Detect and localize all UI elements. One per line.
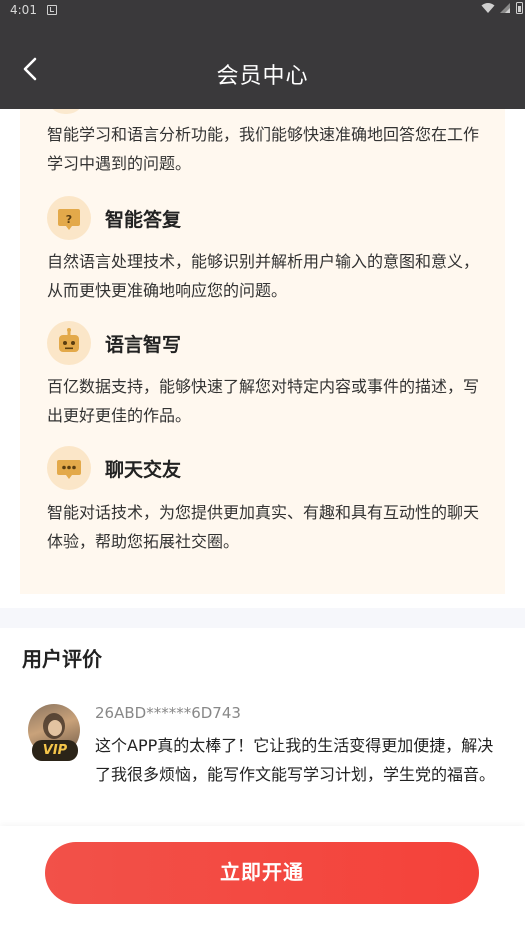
feature-title: 智能答复 [105, 209, 182, 231]
feature-intro-text: 智能学习和语言分析功能，我们能够快速准确地回答您在工作学习中遇到的问题。 [47, 125, 480, 173]
activate-now-button[interactable]: 立即开通 [45, 842, 479, 904]
section-divider [0, 608, 525, 628]
features-panel: 智能学习和语言分析功能，我们能够快速准确地回答您在工作学习中遇到的问题。 ? 智… [20, 90, 505, 594]
feature-title: 语言智写 [105, 334, 182, 356]
feature-title: 聊天交友 [105, 459, 182, 481]
robot-icon [47, 321, 91, 365]
feature-desc: 智能对话技术，为您提供更加真实、有趣和具有互动性的聊天体验，帮助您拓展社交圈。 [47, 503, 480, 551]
review-text: 这个APP真的太棒了！它让我的生活变得更加便捷，解决了我很多烦恼，能写作文能写学… [95, 736, 496, 784]
wifi-icon [481, 3, 495, 13]
svg-text:?: ? [66, 213, 72, 226]
review-username: 26ABD******6D743 [95, 704, 241, 722]
chat-bubble-icon [47, 446, 91, 490]
status-bar: 4:01 [0, 0, 525, 22]
page-title: 会员中心 [216, 64, 309, 89]
feature-desc: 百亿数据支持，能够快速了解您对特定内容或事件的描述，写出更好更佳的作品。 [47, 377, 480, 425]
battery-icon [516, 2, 523, 14]
nav-bar: 会员中心 [0, 22, 525, 109]
status-time: 4:01 [10, 3, 37, 17]
bottom-bar: 立即开通 [0, 826, 525, 933]
question-bubble-icon: ? [47, 196, 91, 240]
reviews-title: 用户评价 [22, 647, 102, 671]
signal-icon [500, 3, 510, 13]
notification-icon [47, 5, 57, 15]
feature-desc: 自然语言处理技术，能够识别并解析用户输入的意图和意义，从而更快更准确地响应您的问… [47, 252, 480, 300]
vip-badge: VIP [32, 740, 78, 761]
